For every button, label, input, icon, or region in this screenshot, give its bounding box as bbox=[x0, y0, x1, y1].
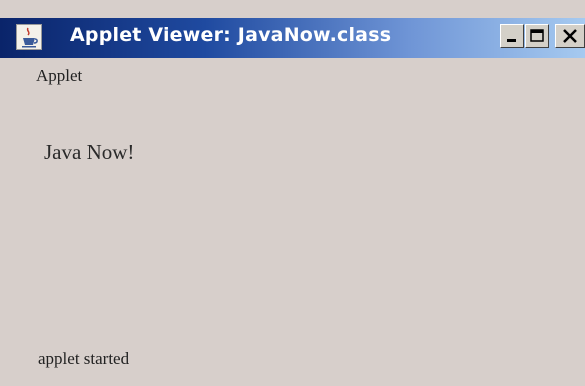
status-bar-text: applet started bbox=[38, 349, 130, 368]
applet-output-text: Java Now! bbox=[44, 140, 135, 164]
maximize-button[interactable] bbox=[525, 24, 549, 48]
applet-viewer-window: Applet Viewer: JavaNow.class Applet Java… bbox=[0, 0, 585, 386]
menu-applet[interactable]: Applet bbox=[36, 66, 82, 86]
close-icon bbox=[563, 29, 577, 43]
menu-bar: Applet bbox=[0, 58, 585, 92]
window-title: Applet Viewer: JavaNow.class bbox=[70, 24, 392, 46]
close-button[interactable] bbox=[555, 24, 585, 48]
maximize-icon bbox=[530, 29, 544, 42]
minimize-icon bbox=[507, 39, 516, 42]
minimize-button[interactable] bbox=[500, 24, 524, 48]
java-cup-icon[interactable] bbox=[16, 24, 42, 50]
title-bar[interactable]: Applet Viewer: JavaNow.class bbox=[0, 18, 585, 58]
